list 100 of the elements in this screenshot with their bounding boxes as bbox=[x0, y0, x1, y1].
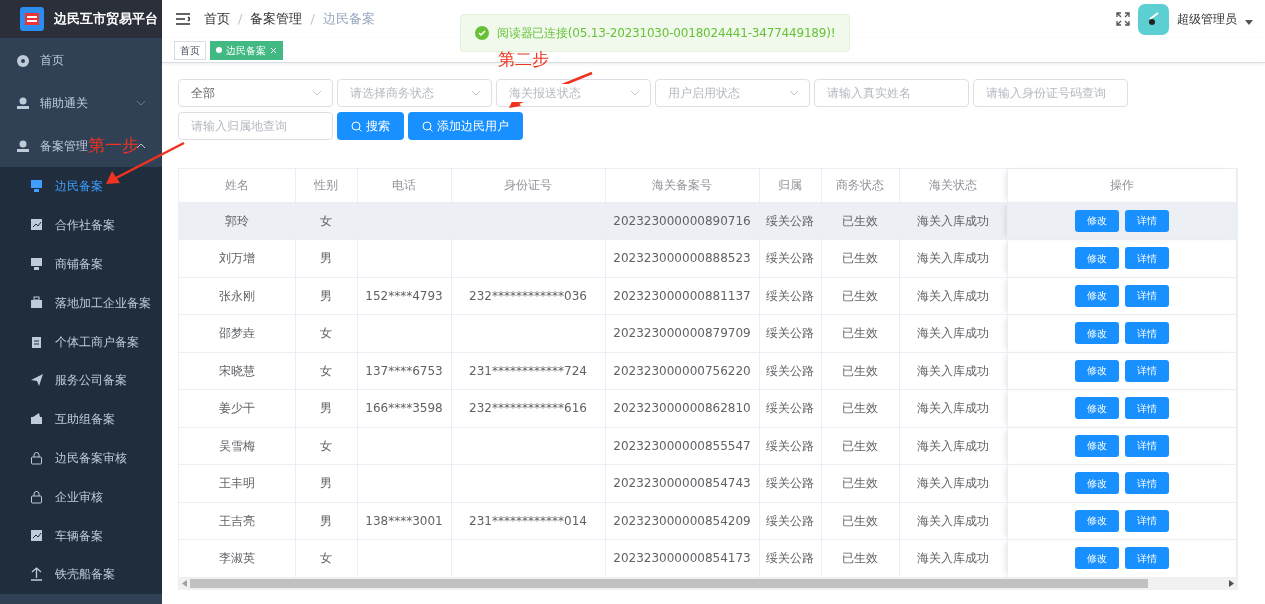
table-cell: 绥关公路 bbox=[766, 363, 814, 378]
table-cell: 202323000000854209 bbox=[613, 513, 751, 528]
table-row[interactable]: 王丰明 男 202323000000854743 绥关公路 已生效 海关入库成功 修改 详情 bbox=[179, 464, 1237, 502]
fullscreen-icon[interactable] bbox=[1116, 12, 1130, 26]
table-row[interactable]: 刘万增 男 202323000000888523 绥关公路 已生效 海关入库成功 修改 详情 bbox=[179, 239, 1237, 277]
table-cell: 男 bbox=[320, 476, 332, 491]
column-header: 商务状态 bbox=[821, 169, 899, 202]
edit-button[interactable]: 修改 bbox=[1074, 472, 1119, 495]
table-cell: 已生效 bbox=[842, 363, 878, 378]
sidebar-item[interactable]: 辅助通关 bbox=[16, 93, 88, 112]
close-icon bbox=[270, 46, 277, 54]
input-field[interactable]: 请输入真实姓名 bbox=[814, 79, 969, 107]
user-name[interactable]: 超级管理员 bbox=[1177, 10, 1237, 28]
breadcrumb-separator: / bbox=[238, 10, 243, 29]
table-row[interactable]: 王吉亮 男 138****3001 231************014 202323000000854209 绥关公路 已生效 海关入库成功 修改 详情 bbox=[179, 502, 1237, 540]
details-button[interactable]: 详情 bbox=[1124, 284, 1169, 307]
app-title: 边民互市贸易平台 bbox=[54, 10, 158, 29]
breadcrumb-link[interactable]: 首页 bbox=[204, 9, 230, 29]
edit-button[interactable]: 修改 bbox=[1074, 284, 1119, 307]
details-button[interactable]: 详情 bbox=[1124, 209, 1169, 232]
table-cell: 231************014 bbox=[469, 513, 587, 528]
wallet-icon bbox=[30, 412, 43, 427]
sidebar-item[interactable]: 边民备案审核 bbox=[0, 438, 162, 478]
sidebar-item[interactable]: 车辆备案 bbox=[0, 516, 162, 555]
user-avatar[interactable] bbox=[1138, 3, 1169, 35]
edit-button[interactable]: 修改 bbox=[1074, 209, 1119, 232]
table-cell: 232************036 bbox=[469, 288, 587, 303]
table-row[interactable]: 李淑英 女 202323000000854173 绥关公路 已生效 海关入库成功 修改 详情 bbox=[179, 539, 1237, 577]
details-button[interactable]: 详情 bbox=[1124, 397, 1169, 420]
details-button[interactable]: 详情 bbox=[1124, 472, 1169, 495]
table-row[interactable]: 姜少干 男 166****3598 232************616 202323000000862810 绥关公路 已生效 海关入库成功 修改 详情 bbox=[179, 389, 1237, 427]
edit-button[interactable]: 修改 bbox=[1074, 322, 1119, 345]
monitor-icon bbox=[30, 179, 43, 194]
sidebar-item[interactable]: 铁壳船备案 bbox=[0, 554, 162, 594]
sidebar-item[interactable]: 服务公司备案 bbox=[0, 361, 162, 400]
table-cell: 王丰明 bbox=[218, 476, 255, 491]
user-icon bbox=[16, 95, 30, 110]
table-cell: 202323000000879709 bbox=[613, 326, 751, 341]
table-cell: 海关入库成功 bbox=[917, 363, 989, 378]
input-field[interactable]: 请输入归属地查询 bbox=[178, 112, 333, 140]
table-cell: 202323000000881137 bbox=[613, 288, 751, 303]
details-button[interactable]: 详情 bbox=[1124, 509, 1169, 532]
column-header: 姓名 bbox=[179, 169, 295, 202]
column-header: 操作 bbox=[1007, 169, 1237, 202]
edit-button[interactable]: 修改 bbox=[1074, 434, 1119, 457]
clipboard-icon bbox=[30, 334, 43, 349]
edit-button[interactable]: 修改 bbox=[1074, 397, 1119, 420]
table-cell: 202323000000756220 bbox=[613, 363, 751, 378]
sidebar-item[interactable]: 合作社备案 bbox=[0, 205, 162, 245]
edit-button[interactable]: 修改 bbox=[1074, 359, 1119, 382]
table-row[interactable]: 邵梦垚 女 202323000000879709 绥关公路 已生效 海关入库成功 修改 详情 bbox=[179, 314, 1237, 352]
edit-button[interactable]: 修改 bbox=[1074, 547, 1119, 570]
column-header: 海关状态 bbox=[899, 169, 1007, 202]
table-cell: 海关入库成功 bbox=[917, 251, 989, 266]
table-row[interactable]: 宋晓慧 女 137****6753 231************724 202323000000756220 绥关公路 已生效 海关入库成功 修改 详情 bbox=[179, 352, 1237, 390]
details-button[interactable]: 详情 bbox=[1124, 547, 1169, 570]
table-cell: 宋晓慧 bbox=[218, 363, 255, 378]
input-field[interactable]: 请输入身份证号码查询 bbox=[973, 79, 1128, 107]
table-cell: 吴雪梅 bbox=[218, 438, 255, 453]
breadcrumb-link[interactable]: 备案管理 bbox=[250, 9, 303, 29]
sidebar-item[interactable]: 落地加工企业备案 bbox=[0, 283, 162, 323]
details-button[interactable]: 详情 bbox=[1124, 322, 1169, 345]
caret-icon[interactable] bbox=[1245, 20, 1253, 26]
table-row[interactable]: 张永刚 男 152****4793 232************036 202323000000881137 绥关公路 已生效 海关入库成功 修改 详情 bbox=[179, 277, 1237, 315]
table-cell: 王吉亮 bbox=[218, 513, 255, 528]
table-cell: 202323000000888523 bbox=[613, 251, 751, 266]
table-row[interactable]: 吴雪梅 女 202323000000855547 绥关公路 已生效 海关入库成功 修改 详情 bbox=[179, 427, 1237, 465]
table-cell: 已生效 bbox=[842, 513, 878, 528]
scroll-right-icon[interactable] bbox=[1229, 580, 1234, 587]
table-cell: 232************616 bbox=[469, 401, 587, 416]
details-button[interactable]: 详情 bbox=[1124, 247, 1169, 270]
search-icon bbox=[351, 120, 362, 132]
add-button[interactable]: 添加边民用户 bbox=[408, 112, 523, 140]
chevron-down-icon bbox=[789, 90, 799, 96]
table-cell: 郭玲 bbox=[224, 213, 249, 228]
details-button[interactable]: 详情 bbox=[1124, 434, 1169, 457]
table-row[interactable]: 郭玲 女 202323000000890716 绥关公路 已生效 海关入库成功 修改 详情 bbox=[179, 202, 1237, 240]
sidebar-item[interactable]: 商铺备案 bbox=[0, 244, 162, 284]
search-button[interactable]: 搜索 bbox=[337, 112, 404, 140]
details-button[interactable]: 详情 bbox=[1124, 359, 1169, 382]
table-cell: 邵梦垚 bbox=[218, 326, 255, 341]
sidebar-item[interactable]: 个体工商户备案 bbox=[0, 322, 162, 361]
select-field[interactable]: 全部 bbox=[178, 79, 333, 107]
menu-icon[interactable] bbox=[176, 13, 190, 25]
sidebar-item[interactable]: 备案管理 bbox=[16, 136, 88, 155]
table-cell: 已生效 bbox=[842, 251, 878, 266]
sidebar-item[interactable]: 企业审核 bbox=[0, 477, 162, 517]
search-icon bbox=[422, 120, 433, 132]
table-cell: 男 bbox=[320, 401, 332, 416]
sidebar-item[interactable]: 首页 bbox=[16, 50, 64, 69]
horizontal-scrollbar[interactable] bbox=[190, 579, 1148, 588]
table-cell: 刘万增 bbox=[218, 251, 255, 266]
edit-button[interactable]: 修改 bbox=[1074, 247, 1119, 270]
edit-button[interactable]: 修改 bbox=[1074, 509, 1119, 532]
column-header: 电话 bbox=[357, 169, 451, 202]
sidebar-item[interactable]: 互助组备案 bbox=[0, 399, 162, 439]
sidebar-item[interactable]: 边民备案 bbox=[0, 167, 162, 206]
table-cell: 202323000000890716 bbox=[613, 213, 751, 228]
table-cell: 202323000000854173 bbox=[613, 551, 751, 566]
tab[interactable]: 首页 bbox=[174, 40, 206, 60]
